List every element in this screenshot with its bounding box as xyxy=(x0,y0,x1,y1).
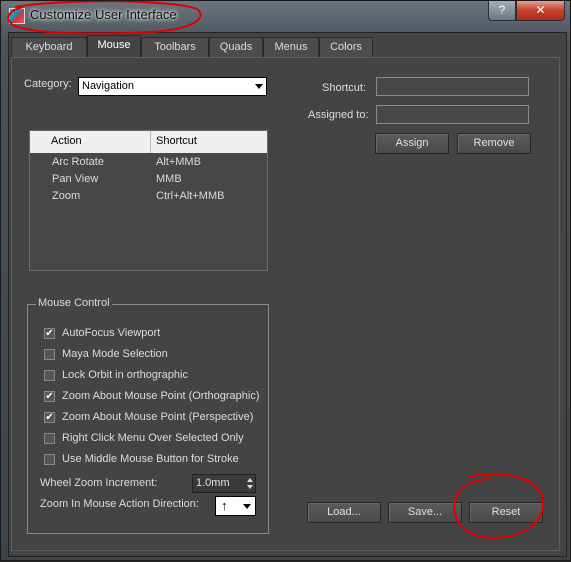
list-header: Action Shortcut xyxy=(30,131,267,153)
option-label: AutoFocus Viewport xyxy=(62,327,161,339)
category-value: Navigation xyxy=(82,80,134,92)
checkbox[interactable] xyxy=(44,454,55,465)
action-shortcut: Ctrl+Alt+MMB xyxy=(156,190,225,202)
tab-keyboard[interactable]: Keyboard xyxy=(11,37,87,57)
shortcut-field[interactable] xyxy=(376,77,529,96)
reset-button[interactable]: Reset xyxy=(469,502,543,523)
list-item[interactable]: Pan View MMB xyxy=(30,172,267,189)
wheel-zoom-value: 1.0mm xyxy=(196,477,230,489)
wheel-zoom-spinner[interactable]: 1.0mm xyxy=(192,474,256,493)
action-shortcut: Alt+MMB xyxy=(156,156,201,168)
column-header-shortcut[interactable]: Shortcut xyxy=(156,135,197,147)
arrow-up-icon: ↑ xyxy=(221,498,228,513)
chevron-down-icon[interactable] xyxy=(255,84,263,89)
checkbox[interactable] xyxy=(44,349,55,360)
wheel-zoom-label: Wheel Zoom Increment: xyxy=(40,477,158,489)
spinner-down-icon[interactable] xyxy=(247,485,253,489)
app-logo-icon xyxy=(9,8,25,24)
window-title: Customize User Interface xyxy=(30,7,177,22)
dialog-body: Keyboard Mouse Toolbars Quads Menus Colo… xyxy=(8,32,567,557)
zoom-direction-dropdown[interactable]: ↑ xyxy=(215,496,256,516)
tab-toolbars[interactable]: Toolbars xyxy=(141,37,209,57)
zoom-direction-label: Zoom In Mouse Action Direction: xyxy=(40,498,199,510)
column-header-action[interactable]: Action xyxy=(51,135,82,147)
checkbox[interactable]: ✔ xyxy=(44,391,55,402)
load-button[interactable]: Load... xyxy=(307,502,381,523)
tab-colors[interactable]: Colors xyxy=(319,37,373,57)
tab-quads[interactable]: Quads xyxy=(209,37,263,57)
checkbox[interactable] xyxy=(44,370,55,381)
mouse-tab-panel: Category: Navigation Action Shortcut Arc… xyxy=(11,57,560,551)
help-button[interactable]: ? xyxy=(488,1,516,21)
option-label: Lock Orbit in orthographic xyxy=(62,369,188,381)
title-bar[interactable]: Customize User Interface ? ✕ xyxy=(1,1,571,31)
assign-button[interactable]: Assign xyxy=(375,133,449,154)
assigned-to-field xyxy=(376,105,529,124)
option-label: Zoom About Mouse Point (Perspective) xyxy=(62,411,254,423)
chevron-down-icon[interactable] xyxy=(243,504,251,509)
action-name: Pan View xyxy=(52,173,99,185)
checkbox[interactable]: ✔ xyxy=(44,412,55,423)
checkbox[interactable]: ✔ xyxy=(44,328,55,339)
tab-mouse[interactable]: Mouse xyxy=(87,35,141,58)
option-label: Use Middle Mouse Button for Stroke xyxy=(62,453,239,465)
shortcut-label: Shortcut: xyxy=(322,82,367,94)
category-dropdown[interactable]: Navigation xyxy=(78,77,267,96)
option-label: Maya Mode Selection xyxy=(62,348,168,360)
option-label: Right Click Menu Over Selected Only xyxy=(62,432,244,444)
mouse-control-group: Mouse Control ✔ AutoFocus Viewport Maya … xyxy=(27,297,269,534)
spinner-up-icon[interactable] xyxy=(247,478,253,482)
mouse-control-title: Mouse Control xyxy=(36,297,112,309)
action-shortcut: MMB xyxy=(156,173,182,185)
close-button[interactable]: ✕ xyxy=(516,1,565,21)
save-button[interactable]: Save... xyxy=(388,502,462,523)
list-item[interactable]: Arc Rotate Alt+MMB xyxy=(30,155,267,172)
list-item[interactable]: Zoom Ctrl+Alt+MMB xyxy=(30,189,267,206)
checkbox[interactable] xyxy=(44,433,55,444)
option-label: Zoom About Mouse Point (Orthographic) xyxy=(62,390,260,402)
category-label: Category: xyxy=(24,78,72,90)
action-list[interactable]: Action Shortcut Arc Rotate Alt+MMB Pan V… xyxy=(29,130,268,271)
tab-menus[interactable]: Menus xyxy=(263,37,319,57)
customize-ui-window: Customize User Interface ? ✕ Keyboard Mo… xyxy=(0,0,571,561)
column-divider[interactable] xyxy=(150,131,151,153)
action-name: Arc Rotate xyxy=(52,156,104,168)
assigned-to-label: Assigned to: xyxy=(308,109,369,121)
action-name: Zoom xyxy=(52,190,81,202)
remove-button[interactable]: Remove xyxy=(457,133,531,154)
